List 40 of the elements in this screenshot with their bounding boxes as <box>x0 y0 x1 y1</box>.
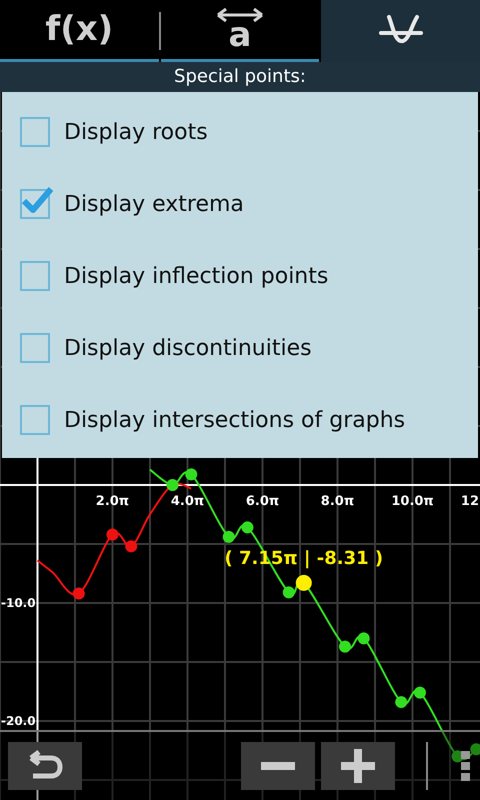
checkbox-option[interactable]: Display inflection points <box>2 240 478 312</box>
checkbox[interactable] <box>20 333 50 363</box>
checkbox-option[interactable]: Display roots <box>2 96 478 168</box>
extremum-point[interactable] <box>358 632 370 644</box>
axis-label: 12 <box>460 494 479 509</box>
extremum-point[interactable] <box>125 540 138 552</box>
tab[interactable] <box>321 0 480 62</box>
extremum-point[interactable] <box>339 640 351 653</box>
trace-point[interactable] <box>296 574 312 591</box>
minus-icon <box>261 762 295 770</box>
axis-label: -10.0 <box>1 596 36 610</box>
extremum-point[interactable] <box>72 588 85 600</box>
extremum-point[interactable] <box>395 696 408 708</box>
extremum-point[interactable] <box>185 468 198 480</box>
double-arrow-icon <box>215 8 265 22</box>
panel-header: Special points: <box>0 62 480 92</box>
menu-icon <box>460 751 470 781</box>
axis-label: -20.0 <box>1 714 36 728</box>
tab-label: a <box>228 18 252 52</box>
extremum-point[interactable] <box>222 530 235 543</box>
extremum-point[interactable] <box>241 521 254 534</box>
extremum-point[interactable] <box>282 586 295 598</box>
checkbox-option[interactable]: Display intersections of graphs <box>2 384 478 456</box>
checkbox[interactable] <box>20 261 50 291</box>
extremum-point[interactable] <box>414 686 426 699</box>
tab-label: f(x) <box>45 8 114 51</box>
zoom-out-button[interactable] <box>241 742 315 790</box>
checkbox[interactable] <box>20 405 50 435</box>
axis-label: 8.0π <box>320 494 354 509</box>
checkbox-option[interactable]: Display discontinuities <box>2 312 478 384</box>
extremum-point[interactable] <box>106 528 118 541</box>
checkbox-option[interactable]: Display extrema <box>2 168 478 240</box>
axis-label: 2.0π <box>96 494 130 509</box>
axis-label: 10.0π <box>391 494 434 509</box>
plus-icon <box>341 749 375 783</box>
zoom-in-button[interactable] <box>321 742 395 790</box>
axis-label: 4.0π <box>170 494 204 509</box>
checkbox[interactable] <box>20 117 50 147</box>
undo-button[interactable] <box>8 742 82 790</box>
axis-label: 6.0π <box>246 494 280 509</box>
